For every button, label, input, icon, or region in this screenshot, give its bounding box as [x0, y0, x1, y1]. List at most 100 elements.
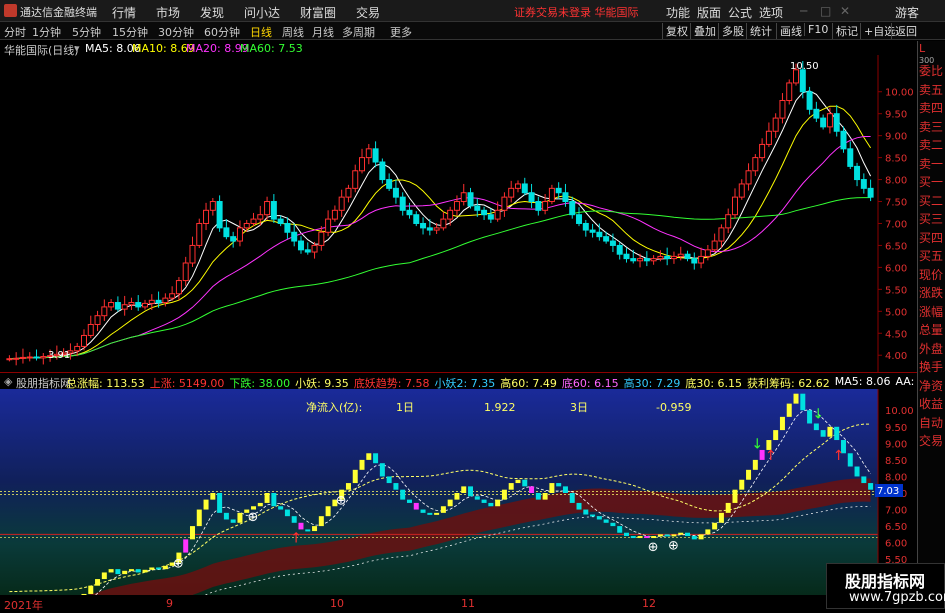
candle-body [379, 161, 386, 181]
tab-30min[interactable]: 30分钟 [158, 24, 194, 40]
tab-15min[interactable]: 15分钟 [112, 24, 148, 40]
right-panel-item-13[interactable]: 涨幅 [919, 304, 945, 320]
tab-fenshi[interactable]: 分时 [4, 24, 26, 40]
tab-daily[interactable]: 日线 [250, 24, 272, 40]
candle-body [94, 315, 101, 325]
candle-body [562, 192, 569, 203]
minimize-icon[interactable]: ─ [800, 4, 807, 18]
ind-candle [603, 519, 609, 523]
draw-line-button[interactable]: 画线 [776, 23, 805, 39]
right-panel-item-2[interactable]: 卖四 [919, 100, 945, 116]
low-price-label: 3.91 [48, 350, 70, 361]
price-chart[interactable]: 10.00 9.50 9.00 8.50 8.00 7.50 7.00 6.50 6.00 5.5… [0, 55, 917, 372]
multi-stock-button[interactable]: 多股 [718, 23, 747, 39]
ind-candle [596, 516, 602, 520]
tab-1min[interactable]: 1分钟 [32, 24, 61, 40]
menu-hangqing[interactable]: 行情 [112, 4, 136, 21]
candle-body [243, 222, 250, 229]
candle-body [169, 293, 176, 299]
candle-body [352, 170, 359, 189]
candle-body [392, 187, 399, 198]
menu-gongshi[interactable]: 公式 [728, 4, 752, 21]
stats-button[interactable]: 统计 [746, 23, 775, 39]
chevron-down-icon[interactable]: ▾ [74, 42, 80, 55]
menu-gongneng[interactable]: 功能 [666, 4, 690, 21]
x-label-11: 11 [461, 597, 475, 610]
candle-body [223, 227, 230, 238]
tab-monthly[interactable]: 月线 [312, 24, 334, 40]
ind-candle [447, 499, 453, 507]
fuquan-button[interactable]: 复权 [662, 23, 691, 39]
right-panel-item-16[interactable]: 换手 [919, 359, 945, 375]
ind-candle [454, 493, 460, 500]
right-panel-item-4[interactable]: 卖二 [919, 137, 945, 153]
f10-button[interactable]: F10 [804, 23, 831, 36]
candle-body [514, 183, 521, 189]
maximize-icon[interactable]: □ [820, 4, 831, 18]
overlay-button[interactable]: 叠加 [690, 23, 719, 39]
right-panel-item-7[interactable]: 买二 [919, 193, 945, 209]
menu-xuanxiang[interactable]: 选项 [759, 4, 783, 21]
tab-5min[interactable]: 5分钟 [72, 24, 101, 40]
ind-candle [393, 483, 399, 490]
ind-candle [217, 493, 223, 513]
indicator-chart[interactable]: ⊕⊕⊕⊕⊕↑↑↑↓↓ 10.009.509.008.508.007.507.00… [0, 389, 917, 595]
ind-candle [400, 489, 406, 500]
right-panel-item-20[interactable]: 交易 [919, 433, 945, 449]
right-panel-item-3[interactable]: 卖三 [919, 119, 945, 135]
candle-body [555, 187, 562, 194]
right-panel-item-9[interactable]: 买四 [919, 230, 945, 246]
right-panel-item-12[interactable]: 涨跌 [919, 285, 945, 301]
pane-divider[interactable] [0, 372, 917, 373]
login-warning[interactable]: 证券交易未登录 华能国际 [514, 4, 639, 20]
right-panel-item-6[interactable]: 买一 [919, 174, 945, 190]
candle-body [677, 253, 684, 257]
menu-faxian[interactable]: 发现 [200, 4, 224, 21]
tab-weekly[interactable]: 周线 [282, 24, 304, 40]
menu-youke[interactable]: 游客 [895, 4, 919, 21]
right-panel-item-0[interactable]: 委比 [919, 63, 945, 79]
right-panel-item-19[interactable]: 自动 [919, 415, 945, 431]
ind-candle [142, 569, 148, 573]
right-panel-item-1[interactable]: 卖五 [919, 82, 945, 98]
menu-jiaoyi[interactable]: 交易 [356, 4, 380, 21]
ind-candle [529, 486, 535, 493]
close-icon[interactable]: ✕ [840, 4, 850, 18]
right-panel-item-15[interactable]: 外盘 [919, 341, 945, 357]
menu-wenxiaoda[interactable]: 问小达 [244, 4, 280, 21]
ind-candle [406, 499, 412, 503]
tab-multi-period[interactable]: 多周期 [342, 24, 375, 40]
tab-more[interactable]: 更多 [390, 24, 412, 40]
indicator-settings-icon[interactable]: ◈ [4, 375, 12, 388]
price-axis-tick: 10.00 [885, 88, 914, 99]
candle-body [759, 143, 766, 159]
right-panel-item-14[interactable]: 总量 [919, 322, 945, 338]
candle-body [854, 165, 861, 181]
ind-candle [718, 512, 724, 523]
candle-body [772, 117, 779, 132]
right-panel-item-8[interactable]: 买三 [919, 211, 945, 227]
candle-body [657, 255, 664, 260]
price-axis-tick: 7.50 [885, 198, 907, 209]
ind-candle [81, 593, 87, 595]
menu-banmian[interactable]: 版面 [697, 4, 721, 21]
ind-candle [251, 506, 257, 510]
candle-body [460, 192, 467, 203]
right-panel-item-11[interactable]: 现价 [919, 267, 945, 283]
ind-candle [128, 569, 134, 572]
right-panel-item-5[interactable]: 卖一 [919, 156, 945, 172]
mark-button[interactable]: 标记 [832, 23, 861, 39]
right-panel-item-10[interactable]: 买五 [919, 248, 945, 264]
watermark-title: 股朋指标网 [845, 572, 926, 591]
menu-caifuquan[interactable]: 财富圈 [300, 4, 336, 21]
candle-body [196, 222, 203, 246]
tab-60min[interactable]: 60分钟 [204, 24, 240, 40]
right-panel-item-18[interactable]: 收益 [919, 396, 945, 412]
ind-candle [630, 536, 636, 539]
ind-candle [576, 502, 582, 510]
back-button[interactable]: 返回 [891, 23, 920, 39]
menu-shichang[interactable]: 市场 [156, 4, 180, 21]
candle-body [609, 240, 616, 246]
right-panel-item-17[interactable]: 净资 [919, 378, 945, 394]
price-axis-tick: 8.00 [885, 176, 907, 187]
